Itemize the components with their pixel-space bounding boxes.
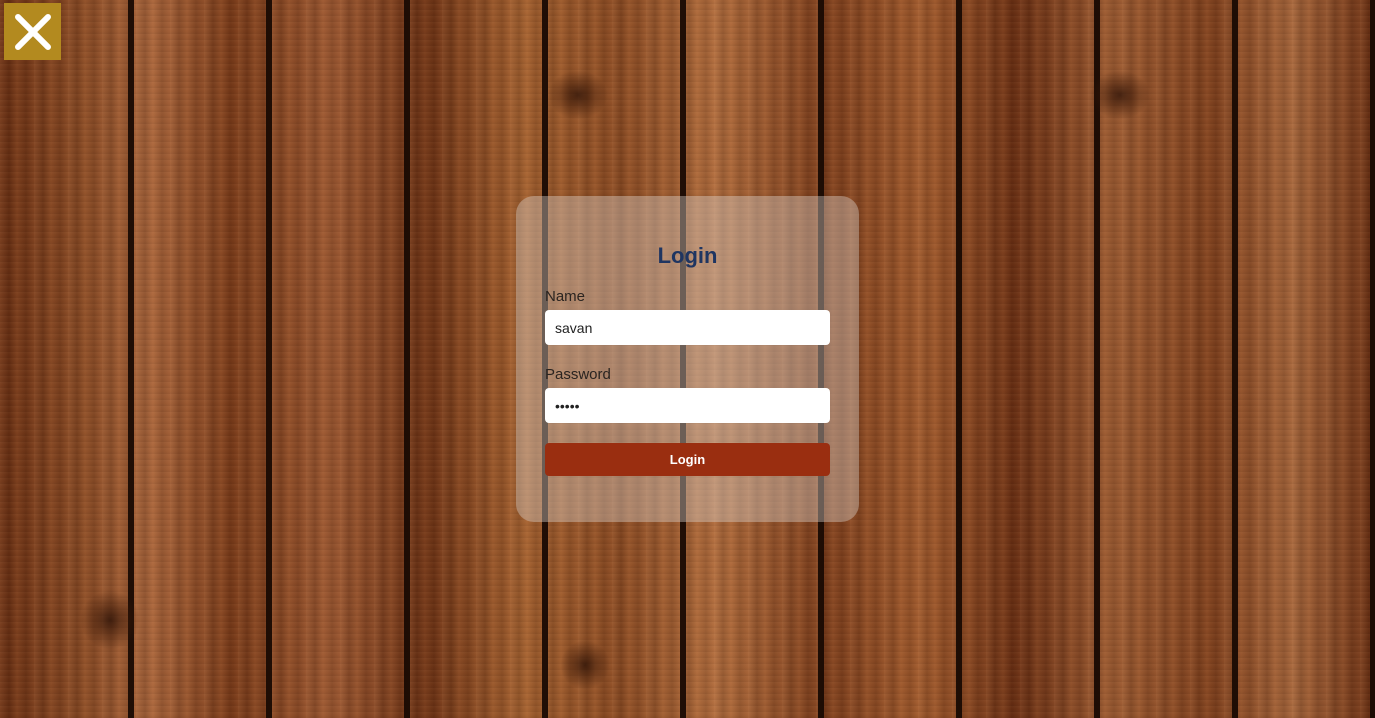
wood-knot — [80, 590, 140, 650]
wood-knot — [548, 70, 608, 120]
login-card: Login Name Password Login — [516, 196, 859, 522]
wood-knot — [1090, 70, 1150, 120]
name-label: Name — [545, 288, 586, 305]
wood-background: Login Name Password Login — [0, 0, 1375, 718]
close-button[interactable] — [4, 3, 61, 60]
name-input[interactable] — [545, 310, 830, 345]
password-label: Password — [545, 366, 611, 383]
close-icon — [14, 13, 51, 50]
password-input[interactable] — [545, 388, 830, 423]
login-button[interactable]: Login — [545, 443, 830, 476]
login-title: Login — [657, 243, 718, 268]
wood-knot — [560, 640, 610, 690]
